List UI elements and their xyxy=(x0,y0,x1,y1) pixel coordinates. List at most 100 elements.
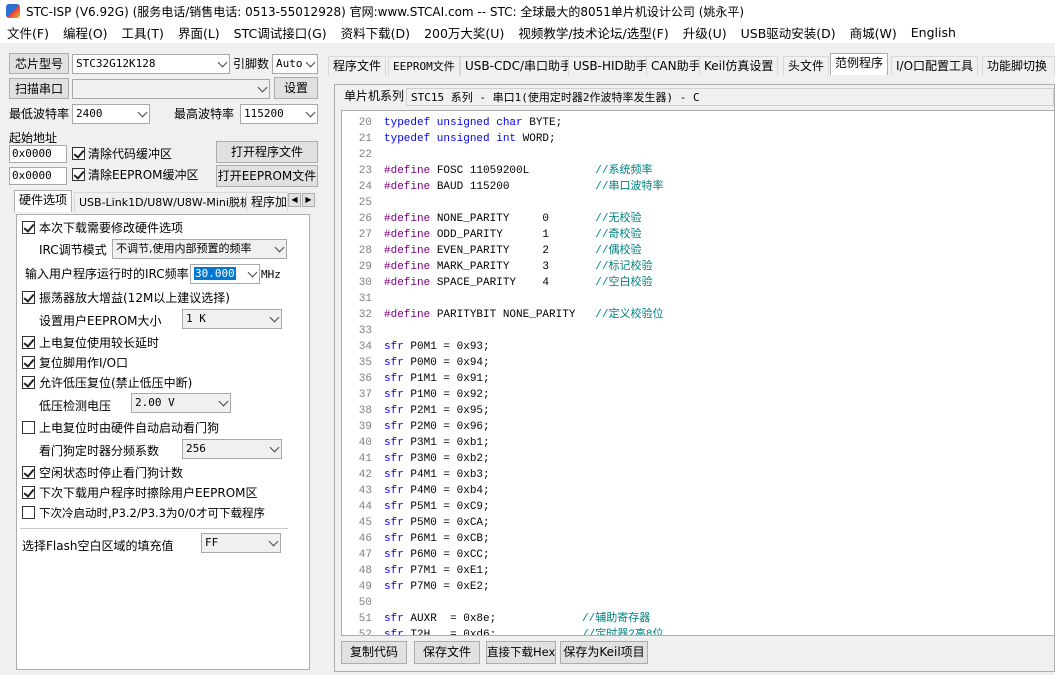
osc-gain-checkbox[interactable] xyxy=(22,291,35,304)
menu-file[interactable]: 文件(F) xyxy=(0,23,56,42)
menu-english[interactable]: English xyxy=(904,25,963,40)
line-number: 30 xyxy=(358,277,372,289)
tab-keil-debug[interactable]: Keil仿真设置 xyxy=(699,56,779,76)
open-eeprom-file-button[interactable]: 打开EEPROM文件 xyxy=(216,165,318,187)
pin-count-select[interactable]: Auto xyxy=(272,54,318,74)
tab-io-config[interactable]: I/O口配置工具 xyxy=(891,56,979,76)
open-program-file-button[interactable]: 打开程序文件 xyxy=(216,141,318,163)
chip-model-button[interactable]: 芯片型号 xyxy=(9,53,69,74)
line-number: 31 xyxy=(358,293,372,305)
tab-header-file[interactable]: 头文件 xyxy=(783,56,830,76)
tab-hardware-options[interactable]: 硬件选项 xyxy=(14,190,73,212)
port-select[interactable] xyxy=(72,79,270,99)
cold-boot-pin-checkbox[interactable] xyxy=(22,506,35,519)
code-text: sfr P7M1 = 0xE1; xyxy=(384,565,490,577)
code-text: #define EVEN_PARITY 2 //偶校验 xyxy=(384,245,642,257)
line-number: 29 xyxy=(358,261,372,273)
tab-scroll-right-button[interactable]: ▶ xyxy=(302,193,315,207)
line-number: 22 xyxy=(358,149,372,161)
code-text: sfr P6M0 = 0xCC; xyxy=(384,549,490,561)
chevron-down-icon xyxy=(268,536,279,547)
menu-store[interactable]: 商城(W) xyxy=(843,23,904,42)
tab-eeprom-file[interactable]: EEPROM文件 xyxy=(388,56,460,76)
lvd-voltage-select[interactable]: 2.00 V xyxy=(131,393,231,413)
max-baud-select[interactable]: 115200 xyxy=(240,104,318,124)
code-address-input[interactable]: 0x0000 xyxy=(9,145,67,163)
low-voltage-reset-checkbox[interactable] xyxy=(22,376,35,389)
irc-frequency-select[interactable]: 30.000 xyxy=(190,264,260,284)
menu-prize[interactable]: 200万大奖(U) xyxy=(417,23,511,42)
min-baud-select[interactable]: 2400 xyxy=(72,104,150,124)
max-baud-value: 115200 xyxy=(244,107,284,120)
code-text: sfr P5M1 = 0xC9; xyxy=(384,501,490,513)
reset-pin-io-checkbox[interactable] xyxy=(22,356,35,369)
code-text: sfr P5M0 = 0xCA; xyxy=(384,517,490,529)
irc-frequency-value: 30.000 xyxy=(194,267,236,280)
chip-model-select[interactable]: STC32G12K128 xyxy=(72,54,230,74)
scan-port-button[interactable]: 扫描串口 xyxy=(9,78,69,99)
tab-usb-hid[interactable]: USB-HID助手 xyxy=(568,56,653,76)
line-number: 37 xyxy=(358,389,372,401)
code-text: sfr P3M1 = 0xb1; xyxy=(384,437,490,449)
line-number: 24 xyxy=(358,181,372,193)
tab-usb-cdc[interactable]: USB-CDC/串口助手 xyxy=(460,56,578,76)
menu-interface[interactable]: 界面(L) xyxy=(171,23,227,42)
eeprom-size-select[interactable]: 1 K xyxy=(182,309,282,329)
chevron-down-icon xyxy=(137,107,148,118)
cold-boot-pin-label: 下次冷启动时,P3.2/P3.3为0/0才可下载程序 xyxy=(39,506,265,520)
menu-program[interactable]: 编程(O) xyxy=(56,23,115,42)
save-keil-project-button[interactable]: 保存为Keil项目 xyxy=(560,641,648,664)
tab-examples[interactable]: 范例程序 xyxy=(830,53,889,75)
line-number: 25 xyxy=(358,197,372,209)
irc-mode-select[interactable]: 不调节,使用内部预置的频率 xyxy=(112,239,287,259)
save-file-button[interactable]: 保存文件 xyxy=(414,641,480,664)
chevron-down-icon xyxy=(305,107,316,118)
menu-downloads[interactable]: 资料下载(D) xyxy=(334,23,417,42)
tab-can[interactable]: CAN助手 xyxy=(646,56,706,76)
tab-scroll-left-button[interactable]: ◀ xyxy=(288,193,301,207)
line-number: 27 xyxy=(358,229,372,241)
line-number: 45 xyxy=(358,517,372,529)
menu-tools[interactable]: 工具(T) xyxy=(115,23,171,42)
auto-watchdog-checkbox[interactable] xyxy=(22,421,35,434)
line-number: 41 xyxy=(358,453,372,465)
eeprom-size-value: 1 K xyxy=(186,312,206,325)
menu-video-forum[interactable]: 视频教学/技术论坛/选型(F) xyxy=(511,23,675,42)
download-hex-button[interactable]: 直接下载Hex xyxy=(486,641,556,664)
irc-frequency-label: 输入用户程序运行时的IRC频率 xyxy=(25,267,189,281)
tab-program-file[interactable]: 程序文件 xyxy=(328,56,387,76)
code-text: sfr P0M1 = 0x93; xyxy=(384,341,490,353)
idle-stop-watchdog-label: 空闲状态时停止看门狗计数 xyxy=(39,466,184,480)
code-editor[interactable]: 20 typedef unsigned char BYTE; 21 typedef u… xyxy=(341,110,1055,636)
long-reset-delay-checkbox[interactable] xyxy=(22,336,35,349)
line-number: 36 xyxy=(358,373,372,385)
modify-hw-options-checkbox[interactable] xyxy=(22,221,35,234)
eeprom-address-input[interactable]: 0x0000 xyxy=(9,167,67,185)
clear-code-checkbox[interactable] xyxy=(72,147,85,160)
lvd-voltage-value: 2.00 V xyxy=(135,396,175,409)
code-text: sfr P2M1 = 0x95; xyxy=(384,405,490,417)
example-series-title[interactable]: STC15 系列 - 串口1(使用定时器2作波特率发生器) - C xyxy=(406,88,1054,106)
irc-frequency-unit: MHz xyxy=(261,268,281,281)
copy-code-button[interactable]: 复制代码 xyxy=(341,641,407,664)
irc-mode-label: IRC调节模式 xyxy=(39,243,107,257)
tab-usb-link-offline[interactable]: USB-Link1D/U8W/U8W-Mini脱机 xyxy=(74,192,256,212)
tab-pin-switch[interactable]: 功能脚切换 xyxy=(982,56,1055,76)
chevron-down-icon xyxy=(269,312,280,323)
menu-debug-interface[interactable]: STC调试接口(G) xyxy=(227,23,334,42)
tab-program-encrypt[interactable]: 程序加 xyxy=(246,192,288,212)
idle-stop-watchdog-checkbox[interactable] xyxy=(22,466,35,479)
erase-eeprom-checkbox[interactable] xyxy=(22,486,35,499)
line-number: 33 xyxy=(358,325,372,337)
flash-fill-select[interactable]: FF xyxy=(201,533,281,553)
line-number: 23 xyxy=(358,165,372,177)
code-text: sfr AUXR = 0x8e; //辅助寄存器 xyxy=(384,613,651,625)
min-baud-label: 最低波特率 xyxy=(9,107,70,121)
menu-usb-driver[interactable]: USB驱动安装(D) xyxy=(734,23,843,42)
clear-eeprom-checkbox[interactable] xyxy=(72,168,85,181)
menu-upgrade[interactable]: 升级(U) xyxy=(676,23,734,42)
min-baud-value: 2400 xyxy=(76,107,103,120)
watchdog-prescaler-select[interactable]: 256 xyxy=(182,439,282,459)
flash-fill-value: FF xyxy=(205,536,219,549)
settings-button[interactable]: 设置 xyxy=(274,77,318,99)
